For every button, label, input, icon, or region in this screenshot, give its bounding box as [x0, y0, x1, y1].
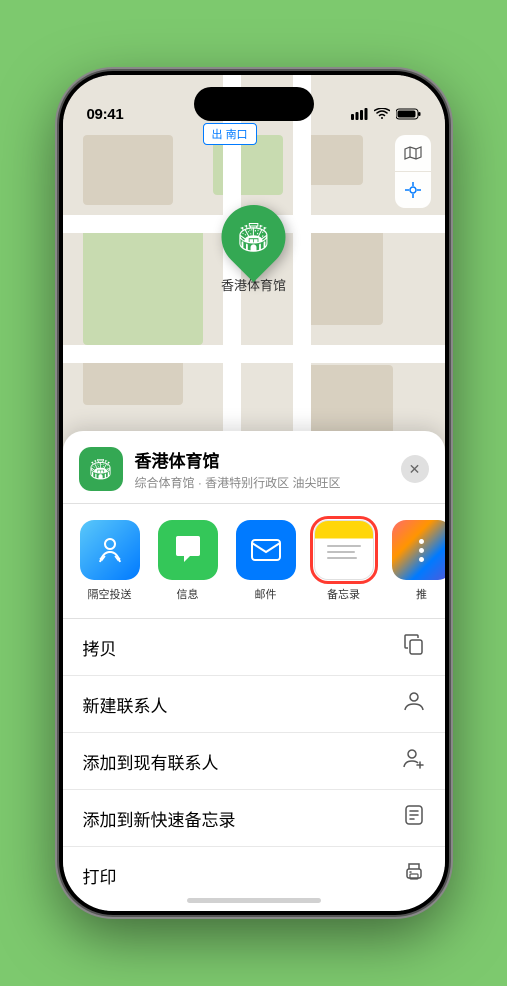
- venue-title: 香港体育馆: [135, 447, 401, 472]
- sheet-header: 🏟 香港体育馆 综合体育馆 · 香港特别行政区 油尖旺区 ✕: [63, 431, 445, 504]
- print-icon: [403, 861, 425, 889]
- venue-subtitle: 综合体育馆 · 香港特别行政区 油尖旺区: [135, 474, 401, 491]
- airdrop-icon: [80, 520, 140, 580]
- map-green-block: [83, 225, 203, 345]
- bottom-sheet: 🏟 香港体育馆 综合体育馆 · 香港特别行政区 油尖旺区 ✕: [63, 431, 445, 911]
- copy-icon: [403, 633, 425, 661]
- action-new-contact[interactable]: 新建联系人: [63, 676, 445, 733]
- mail-label: 邮件: [255, 586, 277, 602]
- share-airdrop[interactable]: 隔空投送: [75, 520, 145, 602]
- status-time: 09:41: [87, 106, 124, 123]
- add-to-notes-label: 添加到新快速备忘录: [83, 806, 236, 831]
- map-road: [63, 345, 445, 363]
- status-bar: 09:41: [63, 75, 445, 129]
- signal-icon: [351, 108, 368, 123]
- person-add-icon: [403, 747, 425, 775]
- copy-label: 拷贝: [83, 635, 117, 660]
- home-indicator: [187, 898, 321, 903]
- share-notes[interactable]: 备忘录: [309, 520, 379, 602]
- location-pin: 🏟 香港体育馆: [221, 205, 286, 294]
- wifi-icon: [374, 108, 390, 123]
- mail-icon: [236, 520, 296, 580]
- action-list: 拷贝 新建联系人: [63, 619, 445, 903]
- pin-circle: 🏟: [208, 192, 299, 283]
- station-prefix: 出: [212, 129, 223, 141]
- battery-icon: [396, 108, 421, 123]
- note-icon: [403, 804, 425, 832]
- status-icons: [351, 108, 421, 123]
- close-icon: ✕: [409, 461, 421, 478]
- map-block: [303, 225, 383, 325]
- stadium-icon: 🏟: [236, 221, 272, 254]
- dot-2: [419, 548, 424, 553]
- notes-line-2: [327, 551, 355, 553]
- notes-line-1: [327, 545, 361, 547]
- map-block: [303, 135, 363, 185]
- dot-1: [419, 539, 424, 544]
- notes-icon: [314, 520, 374, 580]
- map-controls: [395, 135, 431, 208]
- phone-screen: 09:41: [63, 75, 445, 911]
- share-messages[interactable]: 信息: [153, 520, 223, 602]
- share-row: 隔空投送 信息: [63, 504, 445, 619]
- action-add-to-notes[interactable]: 添加到新快速备忘录: [63, 790, 445, 847]
- more-icon: [392, 520, 445, 580]
- notes-label: 备忘录: [327, 586, 360, 602]
- venue-info: 香港体育馆 综合体育馆 · 香港特别行政区 油尖旺区: [135, 447, 401, 491]
- add-to-contact-label: 添加到现有联系人: [83, 749, 219, 774]
- map-block: [83, 135, 173, 205]
- action-print[interactable]: 打印: [63, 847, 445, 903]
- share-mail[interactable]: 邮件: [231, 520, 301, 602]
- messages-label: 信息: [177, 586, 199, 602]
- print-label: 打印: [83, 863, 117, 888]
- more-label: 推: [416, 586, 427, 602]
- dot-3: [419, 557, 424, 562]
- action-add-to-contact[interactable]: 添加到现有联系人: [63, 733, 445, 790]
- action-copy[interactable]: 拷贝: [63, 619, 445, 676]
- phone-frame: 09:41: [59, 71, 449, 915]
- sheet-close-button[interactable]: ✕: [401, 455, 429, 483]
- share-more[interactable]: 推: [387, 520, 445, 602]
- venue-icon: 🏟: [79, 447, 123, 491]
- map-type-button[interactable]: [395, 135, 431, 171]
- location-button[interactable]: [395, 172, 431, 208]
- messages-icon: [158, 520, 218, 580]
- person-icon: [403, 690, 425, 718]
- airdrop-label: 隔空投送: [88, 586, 132, 602]
- notes-lines: [319, 539, 369, 565]
- notes-line-3: [327, 557, 357, 559]
- new-contact-label: 新建联系人: [83, 692, 168, 717]
- more-dots: [419, 539, 424, 562]
- station-name: 南口: [226, 129, 248, 141]
